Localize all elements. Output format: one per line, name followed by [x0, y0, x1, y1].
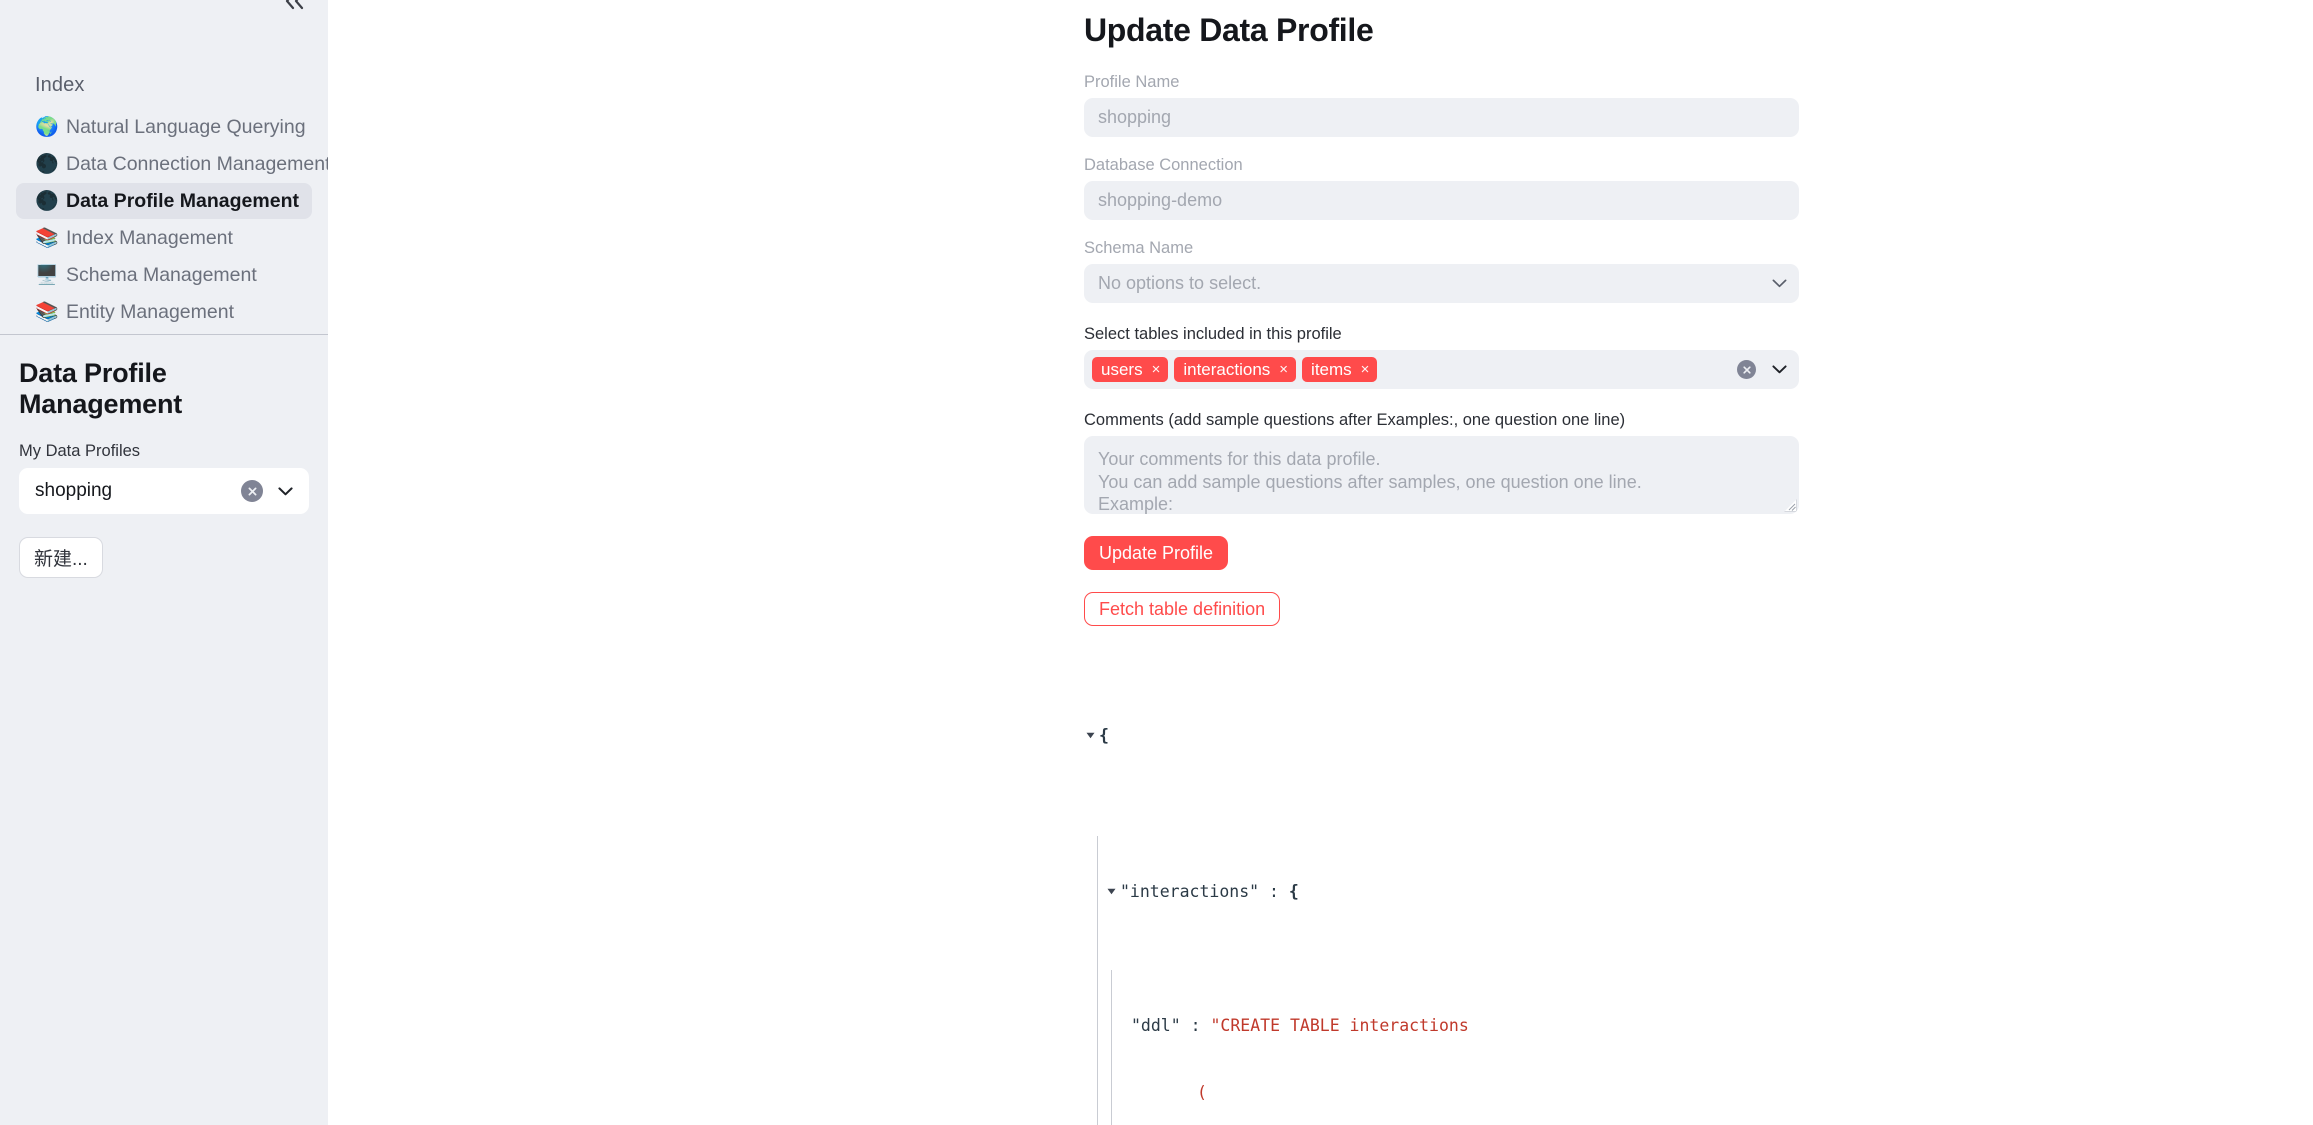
table-definition-json-output: { "interactions" : {"ddl": "CREATE TAB…	[1084, 658, 1799, 1125]
selected-profile-value: shopping	[35, 480, 113, 501]
database-connection-label: Database Connection	[1084, 156, 1243, 174]
schema-name-select[interactable]: No options to select.	[1084, 264, 1799, 303]
selected-tables-list: users × interactions × items ×	[1092, 357, 1731, 382]
json-node-body: "ddl" : "CREATE TABLE interactions ( ite…	[1098, 970, 1799, 1125]
chevron-down-icon[interactable]	[1772, 279, 1787, 288]
select-tables-label: Select tables included in this profile	[1084, 325, 1342, 343]
books-icon: 📚	[35, 301, 59, 323]
resize-handle-icon[interactable]	[1784, 499, 1797, 512]
remove-chip-icon[interactable]: ×	[1152, 362, 1161, 377]
sidebar-section-title: Data Profile Management	[19, 358, 183, 419]
sidebar: Index 🌍 Natural Language Querying 🌑 Data…	[0, 0, 331, 1125]
update-profile-button[interactable]: Update Profile	[1084, 536, 1229, 570]
chevron-down-icon[interactable]	[1772, 361, 1787, 379]
chip-label: items	[1311, 359, 1352, 379]
chip-label: interactions	[1183, 359, 1271, 379]
sidebar-item-label: Natural Language Querying	[66, 115, 306, 138]
sidebar-item-label: Data Connection Management	[66, 152, 331, 175]
sidebar-item-index-management[interactable]: 📚 Index Management	[16, 220, 312, 256]
sidebar-nav: Index 🌍 Natural Language Querying 🌑 Data…	[0, 74, 331, 330]
profile-name-value: shopping	[1098, 107, 1172, 127]
globe-icon: 🌍	[35, 116, 59, 138]
json-value: "CREATE TABLE interactions	[1210, 1015, 1469, 1035]
nav-section-header: Index	[35, 74, 85, 96]
json-value: (	[1197, 1082, 1207, 1102]
chip-label: users	[1101, 359, 1143, 379]
profile-name-label: Profile Name	[1084, 73, 1180, 91]
table-chip-users[interactable]: users ×	[1092, 357, 1169, 382]
sidebar-item-label: Index Management	[66, 226, 233, 249]
my-data-profiles-label: My Data Profiles	[19, 442, 141, 460]
table-chip-items[interactable]: items ×	[1302, 357, 1378, 382]
json-node-header: "interactions" : {	[1098, 881, 1799, 903]
sidebar-item-natural-language-querying[interactable]: 🌍 Natural Language Querying	[16, 109, 312, 145]
my-data-profiles-select[interactable]: shopping	[19, 468, 309, 514]
schema-name-value: No options to select.	[1098, 273, 1262, 293]
remove-chip-icon[interactable]: ×	[1361, 362, 1370, 377]
books-icon: 📚	[35, 227, 59, 249]
sidebar-profile-section: Data Profile Management My Data Profiles…	[0, 358, 328, 578]
sidebar-item-data-profile-management[interactable]: 🌑 Data Profile Management	[16, 183, 312, 219]
json-key: "interactions"	[1120, 881, 1260, 901]
monitor-icon: 🖥️	[35, 264, 59, 286]
moon-icon: 🌑	[35, 153, 59, 175]
database-connection-value: shopping-demo	[1098, 190, 1223, 210]
schema-name-label: Schema Name	[1084, 239, 1194, 257]
main-content: Update Data Profile Profile Name shoppin…	[328, 0, 2313, 1125]
collapse-sidebar-icon[interactable]	[282, 0, 308, 11]
json-ddl-line: (	[1112, 1082, 1799, 1104]
comments-label: Comments (add sample questions after Exa…	[1084, 411, 1626, 429]
comments-placeholder-line: Example:	[1098, 494, 1174, 514]
select-tables-multiselect[interactable]: users × interactions × items ×	[1084, 350, 1799, 389]
new-profile-button[interactable]: 新建...	[19, 537, 103, 578]
json-root-open: {	[1084, 725, 1799, 747]
json-node-interactions: "interactions" : { "ddl" : "CREATE TABLE…	[1084, 836, 1799, 1125]
tree-toggle-icon[interactable]	[1084, 725, 1097, 739]
json-brace: {	[1099, 725, 1109, 745]
sidebar-item-data-connection-management[interactable]: 🌑 Data Connection Management	[16, 146, 331, 182]
comments-textarea[interactable]: Your comments for this data profile. You…	[1084, 436, 1799, 514]
comments-placeholder-line: Your comments for this data profile.	[1098, 449, 1381, 469]
json-brace: {	[1288, 881, 1299, 901]
json-separator: :	[1180, 1015, 1211, 1035]
database-connection-input[interactable]: shopping-demo	[1084, 181, 1799, 220]
remove-chip-icon[interactable]: ×	[1279, 362, 1288, 377]
moon-icon: 🌑	[35, 190, 59, 212]
tree-toggle-icon[interactable]	[1105, 881, 1118, 895]
table-chip-interactions[interactable]: interactions ×	[1174, 357, 1297, 382]
chevron-down-icon[interactable]	[275, 486, 295, 496]
clear-selection-icon[interactable]	[241, 480, 263, 502]
page-title: Update Data Profile	[1084, 12, 1374, 48]
app-root: Index 🌍 Natural Language Querying 🌑 Data…	[0, 0, 2313, 1125]
update-profile-form: Update Data Profile Profile Name shoppin…	[1084, 0, 1799, 1125]
sidebar-item-label: Entity Management	[66, 300, 235, 323]
json-key: "ddl"	[1131, 1015, 1181, 1035]
sidebar-item-entity-management[interactable]: 📚 Entity Management	[16, 294, 312, 330]
sidebar-item-schema-management[interactable]: 🖥️ Schema Management	[16, 257, 312, 293]
sidebar-divider	[0, 334, 328, 335]
sidebar-item-label: Data Profile Management	[66, 189, 299, 212]
clear-tables-icon[interactable]	[1737, 360, 1756, 379]
sidebar-item-label: Schema Management	[66, 263, 257, 286]
fetch-table-definition-button[interactable]: Fetch table definition	[1084, 592, 1281, 626]
profile-name-input[interactable]: shopping	[1084, 98, 1799, 137]
comments-placeholder-line: You can add sample questions after sampl…	[1098, 471, 1642, 492]
json-separator: :	[1259, 881, 1289, 901]
json-ddl-first-line: "ddl" : "CREATE TABLE interactions	[1112, 1015, 1799, 1037]
